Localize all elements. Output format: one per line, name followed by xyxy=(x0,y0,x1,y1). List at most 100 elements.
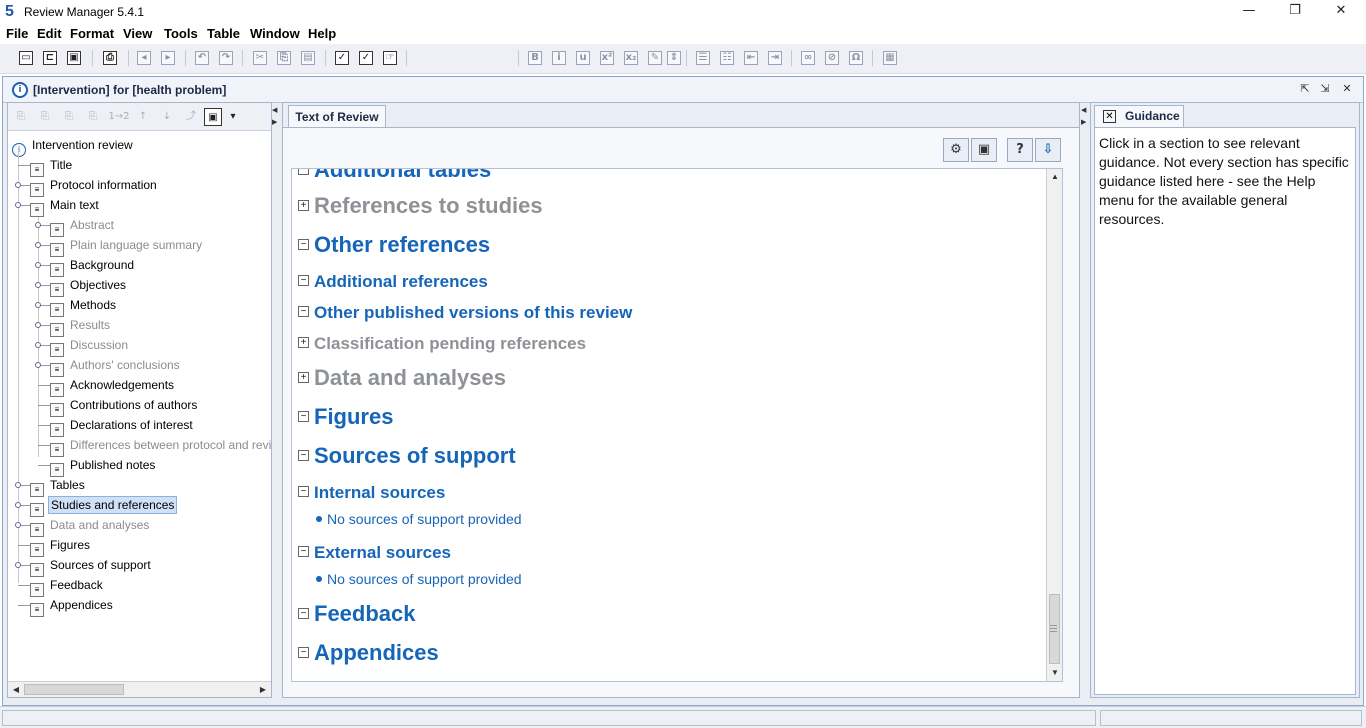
print-icon[interactable]: ⎙ xyxy=(100,48,120,68)
expand-icon[interactable] xyxy=(15,562,21,568)
restore-frame-icon[interactable]: ⇱ xyxy=(1297,82,1313,98)
tree-item-plain-language-summary[interactable]: ≡ Plain language summary xyxy=(50,235,204,257)
outdent-icon[interactable]: ⇤ xyxy=(741,48,761,68)
save-icon[interactable]: ▣ xyxy=(64,48,84,68)
validate-icon[interactable]: ☞ xyxy=(380,48,400,68)
tree-item-results[interactable]: ≡ Results xyxy=(50,315,112,337)
menu-help[interactable]: Help xyxy=(308,26,336,41)
outline-add-icon[interactable]: ⎘ xyxy=(12,108,30,126)
section-heading[interactable]: + Data and analyses xyxy=(298,365,506,391)
numbering-icon[interactable]: ☷ xyxy=(717,48,737,68)
scroll-thumb[interactable] xyxy=(24,684,124,695)
tree-item-declarations-of-interest[interactable]: ≡ Declarations of interest xyxy=(50,415,195,437)
scroll-up-icon[interactable]: ▲ xyxy=(1048,170,1062,184)
tree-item-contributions-of-authors[interactable]: ≡ Contributions of authors xyxy=(50,395,199,417)
expand-icon[interactable] xyxy=(35,342,41,348)
collapse-icon[interactable]: − xyxy=(298,486,309,498)
symbol-icon[interactable]: Ω xyxy=(846,48,866,68)
menu-view[interactable]: View xyxy=(123,26,152,41)
section-heading[interactable]: − Other published versions of this review xyxy=(298,303,632,323)
expand-icon[interactable] xyxy=(35,262,41,268)
tree-item-objectives[interactable]: ≡ Objectives xyxy=(50,275,128,297)
expand-icon[interactable] xyxy=(15,482,21,488)
tree-item-authors-conclusions[interactable]: ≡ Authors' conclusions xyxy=(50,355,182,377)
scroll-thumb[interactable] xyxy=(1049,594,1060,664)
expand-icon[interactable] xyxy=(35,282,41,288)
scroll-right-icon[interactable]: ▶ xyxy=(256,683,270,696)
tree-item-data-and-analyses[interactable]: ≡ Data and analyses xyxy=(30,515,151,537)
horizontal-scrollbar[interactable]: ◀ ▶ xyxy=(8,681,271,697)
section-heading[interactable]: − Other references xyxy=(298,232,490,258)
view-options-icon[interactable]: ▣ xyxy=(204,108,222,126)
italic-icon[interactable]: i xyxy=(549,48,569,68)
section-heading[interactable]: − Additional tables xyxy=(298,169,491,183)
menu-tools[interactable]: Tools xyxy=(164,26,198,41)
tree-item-studies-and-references[interactable]: ≡ Studies and references xyxy=(30,495,178,517)
expand-icon[interactable]: + xyxy=(298,337,309,349)
collapse-icon[interactable]: − xyxy=(298,646,309,658)
outline-edit-icon[interactable]: ⎘ xyxy=(84,108,102,126)
section-heading[interactable]: − Sources of support xyxy=(298,443,516,469)
copy-icon[interactable]: ⎘ xyxy=(274,48,294,68)
section-heading[interactable]: − External sources xyxy=(298,543,451,563)
tree-root[interactable]: i Intervention review xyxy=(12,135,135,157)
expand-icon[interactable] xyxy=(35,222,41,228)
underline-icon[interactable]: u xyxy=(573,48,593,68)
paste-icon[interactable]: ▤ xyxy=(298,48,318,68)
spell-check-icon[interactable]: ✓ xyxy=(332,48,352,68)
tree-item-acknowledgements[interactable]: ≡ Acknowledgements xyxy=(50,375,176,397)
undo-icon[interactable]: ↶ xyxy=(192,48,212,68)
collapse-icon[interactable]: − xyxy=(298,449,309,461)
tree-item-background[interactable]: ≡ Background xyxy=(50,255,136,277)
tree-item-protocol-information[interactable]: ≡ Protocol information xyxy=(30,175,159,197)
tree-item-discussion[interactable]: ≡ Discussion xyxy=(50,335,130,357)
move-up-icon[interactable]: ↑ xyxy=(134,108,152,126)
expand-icon[interactable] xyxy=(35,362,41,368)
bold-icon[interactable]: B xyxy=(525,48,545,68)
close-frame-icon[interactable]: ✕ xyxy=(1339,82,1355,98)
spell-check-abc-icon[interactable]: ✓ xyxy=(356,48,376,68)
section-heading[interactable]: − Figures xyxy=(298,404,393,430)
expand-icon[interactable] xyxy=(15,202,21,208)
subscript-icon[interactable]: x₂ xyxy=(621,48,641,68)
tree-item-abstract[interactable]: ≡ Abstract xyxy=(50,215,116,237)
menu-table[interactable]: Table xyxy=(207,26,240,41)
right-splitter[interactable]: ◀ ▶ xyxy=(1081,102,1088,698)
left-splitter[interactable]: ◀ ▶ xyxy=(272,102,279,698)
notes-button[interactable]: ▣ xyxy=(971,138,997,162)
forward-icon[interactable]: ▸ xyxy=(158,48,178,68)
outline-delete-icon[interactable]: ⎘ xyxy=(60,108,78,126)
edit-icon[interactable]: ✎ xyxy=(645,48,665,68)
cut-icon[interactable]: ✂ xyxy=(250,48,270,68)
tree-item-main-text[interactable]: ≡ Main text xyxy=(30,195,101,217)
expand-icon[interactable] xyxy=(35,242,41,248)
tree-item-tables[interactable]: ≡ Tables xyxy=(30,475,87,497)
maximize-button[interactable]: ❐ xyxy=(1272,0,1318,24)
section-heading[interactable]: − Additional references xyxy=(298,272,488,292)
tree-item-methods[interactable]: ≡ Methods xyxy=(50,295,118,317)
collapse-icon[interactable]: − xyxy=(298,169,309,175)
move-down-icon[interactable]: ↓ xyxy=(158,108,176,126)
close-button[interactable]: ✕ xyxy=(1318,0,1364,24)
tree-item-differences-between-protocol-and-review[interactable]: ≡ Differences between protocol and review xyxy=(50,435,271,457)
collapse-icon[interactable]: − xyxy=(298,275,309,287)
menu-edit[interactable]: Edit xyxy=(37,26,62,41)
help-button[interactable]: ? xyxy=(1007,138,1033,162)
new-icon[interactable]: ▭ xyxy=(16,48,36,68)
expand-icon[interactable] xyxy=(15,182,21,188)
close-icon[interactable]: ✕ xyxy=(1103,110,1116,123)
collapse-icon[interactable]: − xyxy=(298,306,309,318)
menu-format[interactable]: Format xyxy=(70,26,114,41)
redo-icon[interactable]: ↷ xyxy=(216,48,236,68)
bullets-icon[interactable]: ☰ xyxy=(693,48,713,68)
indent-icon[interactable]: ⇥ xyxy=(765,48,785,68)
section-heading[interactable]: − Appendices xyxy=(298,640,439,666)
move-icon[interactable]: ⤴ xyxy=(182,108,200,126)
expand-icon[interactable] xyxy=(35,322,41,328)
expand-icon[interactable] xyxy=(15,522,21,528)
back-icon[interactable]: ◂ xyxy=(134,48,154,68)
collapse-icon[interactable]: − xyxy=(298,410,309,422)
insert-icon[interactable]: ⇕ xyxy=(664,48,684,68)
expand-icon[interactable]: + xyxy=(298,371,309,383)
renumber-icon[interactable]: 1→2 xyxy=(108,108,130,126)
